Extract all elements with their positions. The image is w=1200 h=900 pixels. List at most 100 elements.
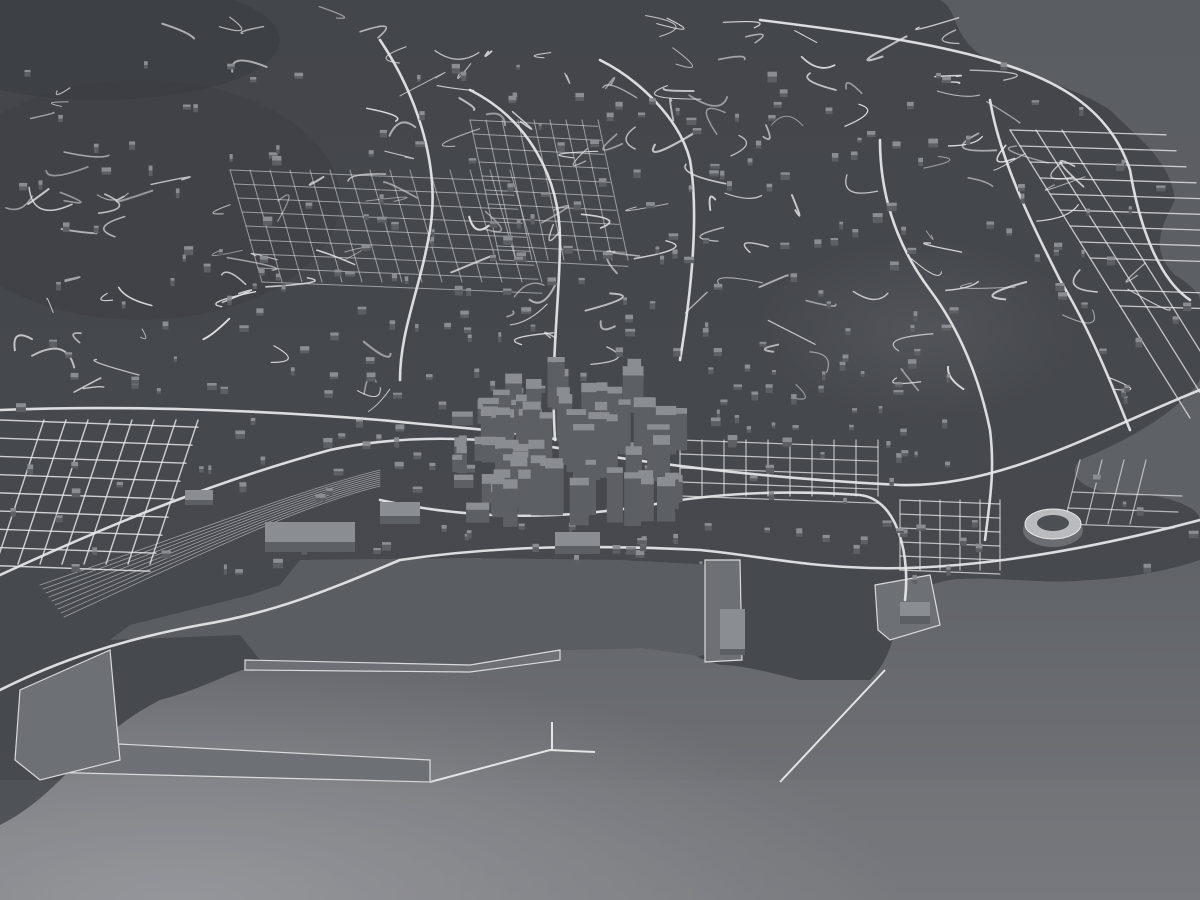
building-roof <box>710 163 720 166</box>
building <box>1143 563 1151 573</box>
building-roof <box>1081 302 1088 305</box>
building-side <box>265 542 355 552</box>
building <box>182 254 186 262</box>
building-roof <box>839 221 844 225</box>
building <box>415 141 425 148</box>
building-side <box>946 377 950 383</box>
building-side <box>713 287 723 290</box>
building-roof <box>55 515 63 518</box>
building <box>379 129 387 138</box>
building-roof <box>746 426 751 430</box>
building <box>626 546 636 555</box>
building-roof <box>510 456 528 467</box>
building-roof <box>747 158 753 163</box>
building <box>853 544 860 554</box>
building-roof <box>942 76 951 81</box>
building-roof <box>357 306 367 310</box>
building-side <box>574 559 579 564</box>
building <box>773 101 782 108</box>
building-roof <box>878 406 883 409</box>
building <box>239 325 249 332</box>
building <box>173 356 177 362</box>
building <box>503 479 518 527</box>
building-roof <box>227 295 232 301</box>
building <box>590 139 600 147</box>
building-side <box>900 432 907 436</box>
building-roof <box>452 454 463 460</box>
building-side <box>845 331 851 336</box>
building-roof <box>900 428 907 433</box>
building-side <box>688 189 693 193</box>
building <box>464 327 472 334</box>
building-side <box>129 144 136 150</box>
building-side <box>223 569 227 575</box>
building <box>703 238 710 244</box>
building-side <box>1188 533 1199 539</box>
building-side <box>415 328 419 332</box>
building-roof <box>936 72 941 76</box>
building <box>382 542 392 551</box>
building-roof <box>791 394 797 399</box>
building-side <box>101 171 112 175</box>
building-roof <box>1093 474 1101 480</box>
building-side <box>1053 251 1059 256</box>
building-roof <box>598 178 607 183</box>
building-roof <box>538 122 542 126</box>
building <box>412 486 423 493</box>
building-roof <box>720 170 725 176</box>
building <box>751 391 759 401</box>
building-roof <box>460 71 467 76</box>
building-roof <box>782 437 792 442</box>
building <box>380 502 420 524</box>
building-side <box>10 511 16 517</box>
building <box>820 452 825 459</box>
building-roof <box>575 92 584 98</box>
building <box>218 249 223 256</box>
building-side <box>822 538 830 542</box>
building-side <box>1055 285 1065 291</box>
building-roof <box>444 322 451 328</box>
building <box>839 221 844 230</box>
building-roof <box>391 221 399 225</box>
building <box>913 311 918 322</box>
building-side <box>684 260 695 264</box>
building-side <box>290 371 295 376</box>
building-side <box>986 224 995 229</box>
building <box>503 288 512 295</box>
building-side <box>460 75 467 81</box>
building-roof <box>971 520 978 523</box>
building-roof <box>438 401 447 405</box>
building <box>615 101 623 110</box>
building-side <box>438 404 447 410</box>
building-roof <box>942 419 948 423</box>
building-side <box>345 274 355 277</box>
building-roof <box>129 141 136 145</box>
building-roof <box>259 255 269 260</box>
building-roof <box>466 288 472 292</box>
building <box>734 415 740 424</box>
building-side <box>569 485 589 526</box>
building <box>735 113 739 122</box>
building-roof <box>495 407 511 415</box>
building-side <box>590 144 600 147</box>
building <box>250 77 257 83</box>
building-side <box>460 314 469 318</box>
building-roof <box>765 384 773 388</box>
stadium-pitch <box>1037 515 1069 531</box>
building <box>814 239 822 248</box>
building-side <box>362 445 371 450</box>
building-roof <box>720 609 745 649</box>
building <box>791 394 797 405</box>
building-roof <box>896 453 902 458</box>
building <box>637 538 647 545</box>
building <box>886 441 891 448</box>
building-roof <box>625 314 633 320</box>
building-roof <box>207 383 217 386</box>
building-roof <box>918 157 923 163</box>
building-side <box>703 240 710 244</box>
building-roof <box>467 334 472 338</box>
building <box>273 558 283 569</box>
building <box>649 301 656 310</box>
building <box>338 433 346 439</box>
building <box>966 135 971 145</box>
